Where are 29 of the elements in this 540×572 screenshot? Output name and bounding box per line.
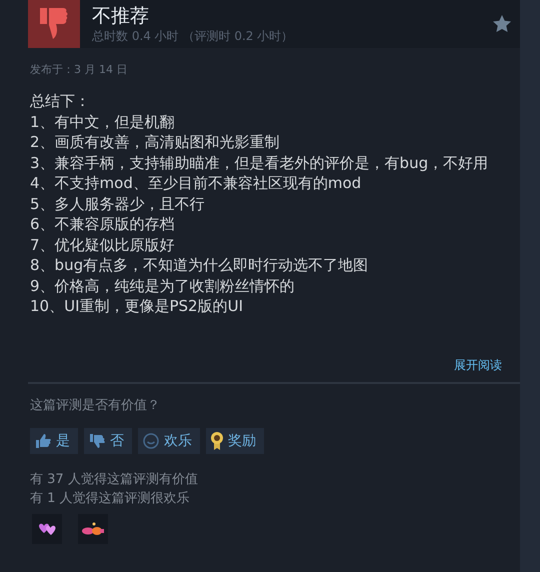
thumbs-down-icon: [88, 432, 106, 450]
thumbs-up-icon: [34, 432, 52, 450]
review-line: 9、价格高，纯纯是为了收割粉丝情怀的: [30, 276, 296, 296]
medal-icon: [210, 430, 224, 450]
funny-vote-button[interactable]: 欢乐: [138, 428, 200, 454]
yes-vote-button[interactable]: 是: [30, 428, 78, 454]
review-line: 10、UI重制，更像是PS2版的UI: [30, 296, 244, 316]
vote-count-text: 有 37 人觉得这篇评测有价值: [30, 470, 199, 488]
posted-date: 发布于：3 月 14 日: [30, 62, 128, 77]
expand-link[interactable]: 展开阅读: [454, 356, 502, 374]
review-line: 6、不兼容原版的存档: [30, 214, 176, 234]
smiley-icon: [142, 432, 160, 450]
hearts-award-icon: [38, 522, 56, 536]
party-award-icon: [81, 522, 105, 536]
review-line: 1、有中文，但是机翻: [30, 112, 176, 132]
review-line: 8、bug有点多，不知道为什么即时行动选不了地图: [30, 255, 370, 276]
no-vote-button[interactable]: 否: [84, 428, 132, 454]
review-line: 3、兼容手柄，支持辅助瞄准，但是看老外的评价是，有bug，不好用: [30, 152, 490, 173]
award-vote-button[interactable]: 奖励: [206, 428, 264, 454]
star-icon[interactable]: [492, 14, 512, 34]
review-verdict: 不推荐: [92, 4, 150, 28]
vote-count-text: 有 1 人觉得这篇评测很欢乐: [30, 490, 191, 508]
review-line: 总结下：: [30, 91, 91, 112]
playtime-text: 总时数 0.4 小时 （评测时 0.2 小时）: [92, 28, 294, 44]
review-line: 2、画质有改善，高清贴图和光影重制: [30, 132, 281, 152]
helpful-question: 这篇评测是否有价值？: [30, 396, 161, 414]
review-line: 4、不支持mod、至少目前不兼容社区现有的mod: [30, 173, 362, 194]
review-line: 7、优化疑似比原版好: [30, 234, 176, 255]
review-line: 5、多人服务器少，且不行: [30, 194, 206, 214]
